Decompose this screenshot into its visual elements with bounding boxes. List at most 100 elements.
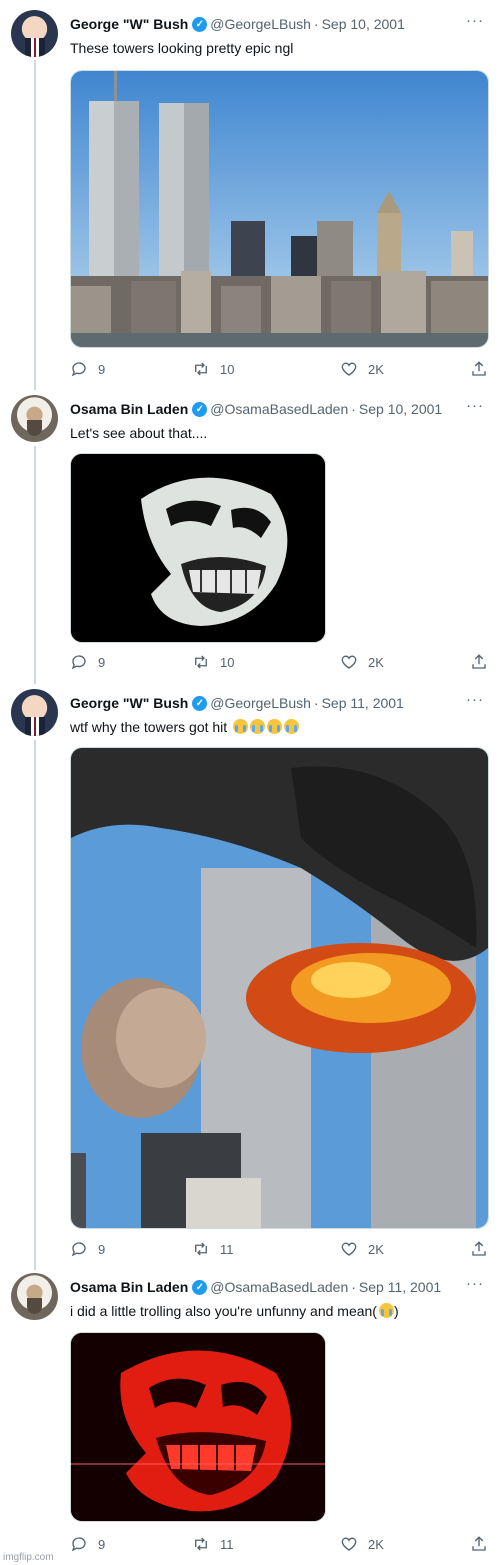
tweet-actions: 9 11 2K <box>70 1240 490 1260</box>
like-count: 2K <box>368 654 384 670</box>
tweet-text: i did a little trolling also you're unfu… <box>70 1303 399 1319</box>
like-button[interactable]: 2K <box>340 1240 384 1258</box>
reply-count: 9 <box>98 1536 106 1552</box>
more-options-icon[interactable]: ··· <box>466 1275 484 1292</box>
tweet-text-content: wtf why the towers got hit <box>70 719 228 735</box>
like-button[interactable]: 2K <box>340 653 384 671</box>
share-button[interactable] <box>470 1535 498 1553</box>
reply-count: 9 <box>98 654 106 670</box>
tweet-actions: 9 10 2K <box>70 653 490 673</box>
crying-face-icon <box>267 719 283 734</box>
tweet-text-content: i did a little trolling also you're unfu… <box>70 1303 377 1319</box>
troll-face-dark-image[interactable] <box>70 453 326 643</box>
tweet[interactable]: George "W" Bush ✓ @GeorgeLBush · Sep 11,… <box>0 689 500 1259</box>
heart-icon <box>341 655 357 669</box>
user-handle[interactable]: @GeorgeLBush <box>210 695 311 711</box>
crying-face-icon <box>378 1303 394 1318</box>
retweet-count: 10 <box>220 361 235 377</box>
user-handle[interactable]: @GeorgeLBush <box>210 16 311 32</box>
tweet-date[interactable]: Sep 10, 2001 <box>359 401 442 417</box>
display-name[interactable]: Osama Bin Laden <box>70 401 188 417</box>
display-name[interactable]: George "W" Bush <box>70 16 188 32</box>
share-icon <box>472 1241 486 1256</box>
tweet[interactable]: George "W" Bush ✓ @GeorgeLBush · Sep 10,… <box>0 10 500 386</box>
tweet-date[interactable]: Sep 11, 2001 <box>322 695 404 711</box>
share-button[interactable] <box>470 653 498 671</box>
reply-button[interactable]: 9 <box>70 360 105 378</box>
imgflip-watermark: imgflip.com <box>3 1552 54 1563</box>
separator-dot: · <box>351 401 356 417</box>
like-count: 2K <box>368 361 384 377</box>
share-icon <box>472 1536 486 1551</box>
retweet-icon <box>195 1242 207 1256</box>
twin-towers-skyline-photo[interactable] <box>70 70 489 348</box>
like-button[interactable]: 2K <box>340 360 384 378</box>
tweet-date[interactable]: Sep 11, 2001 <box>359 1279 441 1295</box>
towers-explosion-photo[interactable] <box>70 747 489 1229</box>
reply-button[interactable]: 9 <box>70 1240 105 1258</box>
retweet-icon <box>195 1537 207 1551</box>
display-name[interactable]: Osama Bin Laden <box>70 1279 188 1295</box>
verified-badge-icon: ✓ <box>192 16 208 32</box>
heart-icon <box>341 362 357 376</box>
tweet-header: Osama Bin Laden ✓ @OsamaBasedLaden · Sep… <box>70 397 484 419</box>
tweet-actions: 9 10 2K <box>70 360 490 380</box>
retweet-button[interactable]: 11 <box>192 1535 234 1553</box>
reply-button[interactable]: 9 <box>70 653 105 671</box>
like-count: 2K <box>368 1536 384 1552</box>
separator-dot: · <box>313 695 319 711</box>
user-handle[interactable]: @OsamaBasedLaden <box>210 401 348 417</box>
like-count: 2K <box>368 1241 384 1257</box>
retweet-count: 11 <box>220 1536 234 1552</box>
display-name[interactable]: George "W" Bush <box>70 695 188 711</box>
crying-face-icon <box>233 719 249 734</box>
tweet[interactable]: Osama Bin Laden ✓ @OsamaBasedLaden · Sep… <box>0 395 500 679</box>
reply-button[interactable]: 9 <box>70 1535 105 1553</box>
avatar[interactable] <box>11 1273 58 1320</box>
share-icon <box>472 654 486 669</box>
reply-icon <box>71 362 86 377</box>
reply-icon <box>71 1537 86 1552</box>
retweet-button[interactable]: 10 <box>192 360 234 378</box>
avatar[interactable] <box>11 10 58 57</box>
verified-badge-icon: ✓ <box>192 401 208 417</box>
crying-face-icon <box>284 719 300 734</box>
tweet-text: wtf why the towers got hit <box>70 719 300 735</box>
more-options-icon[interactable]: ··· <box>466 397 484 414</box>
tweet-date[interactable]: Sep 10, 2001 <box>322 16 405 32</box>
reply-icon <box>71 655 86 670</box>
crying-face-icon <box>250 719 266 734</box>
tweet-header: George "W" Bush ✓ @GeorgeLBush · Sep 11,… <box>70 691 484 713</box>
heart-icon <box>341 1242 357 1256</box>
share-icon <box>472 361 486 376</box>
avatar[interactable] <box>11 395 58 442</box>
retweet-count: 10 <box>220 654 235 670</box>
tweet-header: George "W" Bush ✓ @GeorgeLBush · Sep 10,… <box>70 12 484 34</box>
more-options-icon[interactable]: ··· <box>466 12 484 29</box>
reply-icon <box>71 1242 86 1257</box>
share-button[interactable] <box>470 360 498 378</box>
tweet[interactable]: Osama Bin Laden ✓ @OsamaBasedLaden · Sep… <box>0 1273 500 1558</box>
reply-count: 9 <box>98 1241 106 1257</box>
retweet-button[interactable]: 11 <box>192 1240 234 1258</box>
retweet-icon <box>195 655 207 669</box>
verified-badge-icon: ✓ <box>192 1279 208 1295</box>
like-button[interactable]: 2K <box>340 1535 384 1553</box>
avatar[interactable] <box>11 689 58 736</box>
retweet-count: 11 <box>220 1241 234 1257</box>
share-button[interactable] <box>470 1240 498 1258</box>
separator-dot: · <box>313 16 319 32</box>
tweet-text: These towers looking pretty epic ngl <box>70 40 294 56</box>
tweet-text-end: ) <box>393 1303 399 1319</box>
verified-badge-icon: ✓ <box>192 695 208 711</box>
user-handle[interactable]: @OsamaBasedLaden <box>210 1279 348 1295</box>
retweet-button[interactable]: 10 <box>192 653 234 671</box>
tweet-actions: 9 11 2K <box>70 1535 490 1555</box>
reply-count: 9 <box>98 361 106 377</box>
more-options-icon[interactable]: ··· <box>466 691 484 708</box>
tweet-text: Let's see about that.... <box>70 425 208 441</box>
retweet-icon <box>195 362 207 376</box>
heart-icon <box>341 1537 357 1551</box>
separator-dot: · <box>351 1279 356 1295</box>
troll-face-red-image[interactable] <box>70 1332 326 1522</box>
